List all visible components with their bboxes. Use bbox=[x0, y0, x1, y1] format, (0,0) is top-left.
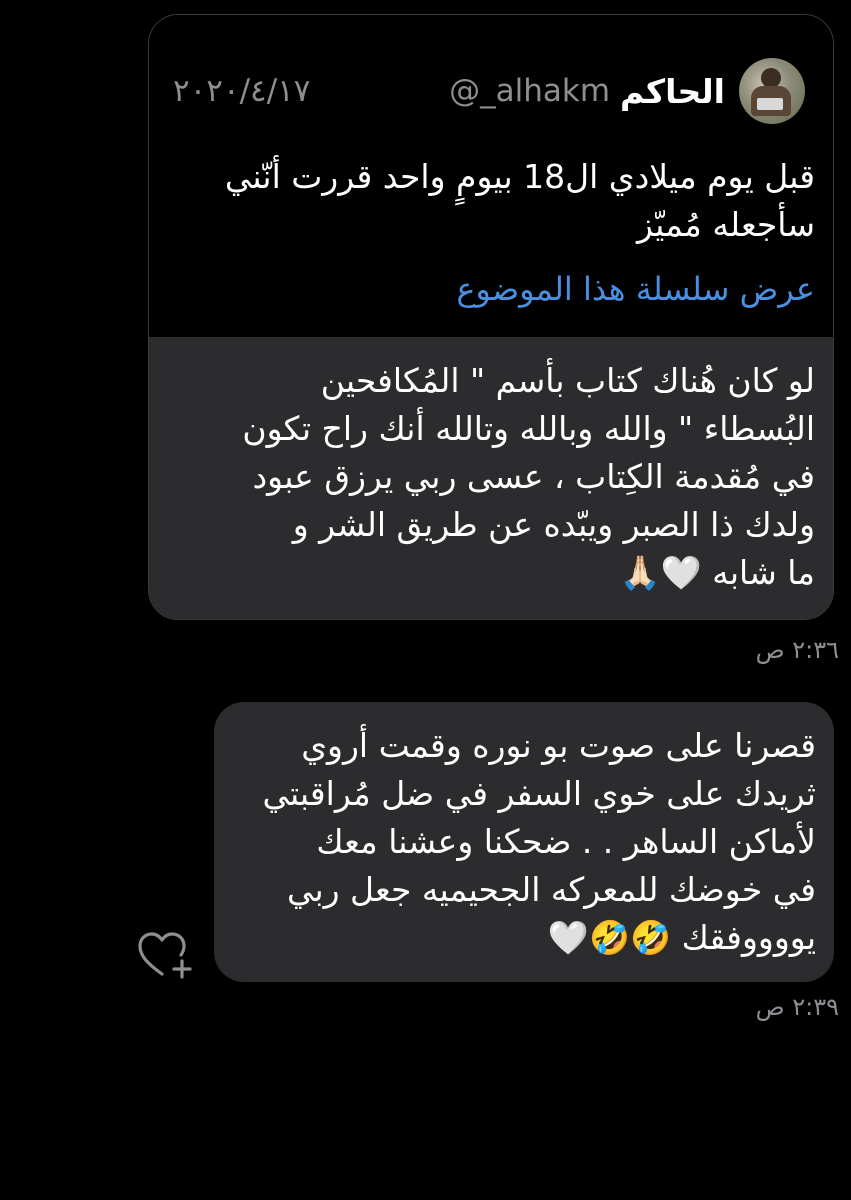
user-handle[interactable]: @_alhakm bbox=[449, 73, 610, 109]
message-timestamp: ٢:٣٦ ص bbox=[755, 636, 839, 664]
tweet-text: قبل يوم ميلادي ال18 بيومٍ واحد قررت أنّن… bbox=[224, 157, 815, 244]
tweet-header: الحاكم @_alhakm ٢٠٢٠/٤/١٧ bbox=[173, 51, 805, 131]
quoted-tweet[interactable]: الحاكم @_alhakm ٢٠٢٠/٤/١٧ قبل يوم ميلادي… bbox=[149, 15, 833, 337]
shared-tweet-message[interactable]: الحاكم @_alhakm ٢٠٢٠/٤/١٧ قبل يوم ميلادي… bbox=[148, 14, 834, 620]
show-thread-link[interactable]: عرض سلسلة هذا الموضوع bbox=[456, 265, 815, 313]
message-timestamp: ٢:٣٩ ص bbox=[755, 993, 839, 1021]
tweet-date: ٢٠٢٠/٤/١٧ bbox=[173, 73, 311, 109]
message-text: قصرنا على صوت بو نوره وقمت أروي ثريدك عل… bbox=[262, 726, 816, 957]
message-text: لو كان هُناك كتاب بأسم " المُكافحين البُ… bbox=[242, 361, 815, 592]
message-bubble[interactable]: قصرنا على صوت بو نوره وقمت أروي ثريدك عل… bbox=[214, 702, 834, 982]
profile-avatar[interactable] bbox=[739, 58, 805, 124]
display-name[interactable]: الحاكم bbox=[620, 72, 725, 111]
message-bubble[interactable]: لو كان هُناك كتاب بأسم " المُكافحين البُ… bbox=[149, 337, 833, 619]
heart-plus-icon[interactable] bbox=[136, 930, 194, 980]
